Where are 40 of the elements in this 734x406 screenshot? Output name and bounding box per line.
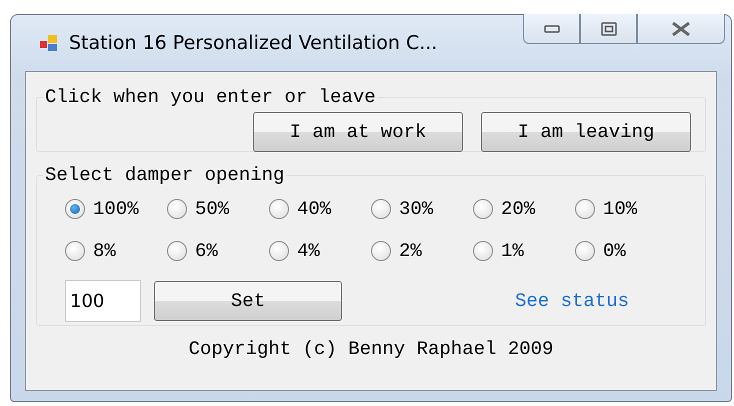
radio-button[interactable] [269, 241, 289, 261]
radio-button[interactable] [371, 241, 391, 261]
damper-option[interactable]: 2% [371, 236, 473, 266]
radio-button[interactable] [65, 241, 85, 261]
group-legend: Select damper opening [43, 164, 286, 186]
damper-option[interactable]: 30% [371, 194, 473, 224]
close-button[interactable] [637, 14, 725, 44]
damper-option[interactable]: 4% [269, 236, 371, 266]
damper-option[interactable]: 40% [269, 194, 371, 224]
opening-input[interactable]: 100 [65, 280, 141, 322]
damper-option[interactable]: 20% [473, 194, 575, 224]
radio-button[interactable] [473, 241, 493, 261]
damper-option[interactable]: 0% [575, 236, 677, 266]
damper-option[interactable]: 100% [65, 194, 167, 224]
radio-button[interactable] [167, 241, 187, 261]
radio-button[interactable] [269, 199, 289, 219]
damper-option[interactable]: 50% [167, 194, 269, 224]
damper-option[interactable]: 6% [167, 236, 269, 266]
restore-icon [600, 22, 616, 36]
radio-button[interactable] [473, 199, 493, 219]
window-title: Station 16 Personalized Ventilation C... [69, 32, 438, 54]
attendance-button[interactable]: I am at work [253, 112, 463, 152]
radio-button[interactable] [65, 199, 85, 219]
damper-option[interactable]: 1% [473, 236, 575, 266]
radio-button[interactable] [575, 241, 595, 261]
radio-button[interactable] [371, 199, 391, 219]
copyright-text: Copyright (c) Benny Raphael 2009 [188, 338, 554, 360]
group-legend: Click when you enter or leave [43, 86, 378, 108]
restore-button[interactable] [580, 14, 637, 44]
close-icon [671, 22, 691, 36]
radio-button[interactable] [575, 199, 595, 219]
damper-option[interactable]: 8% [65, 236, 167, 266]
see-status-link[interactable]: See status [515, 290, 630, 312]
minimize-icon [544, 24, 560, 32]
set-button[interactable]: Set [154, 281, 342, 321]
damper-option[interactable]: 10% [575, 194, 677, 224]
minimize-button[interactable] [523, 14, 580, 44]
radio-button[interactable] [167, 199, 187, 219]
app-icon [39, 33, 59, 53]
attendance-button[interactable]: I am leaving [481, 112, 691, 152]
